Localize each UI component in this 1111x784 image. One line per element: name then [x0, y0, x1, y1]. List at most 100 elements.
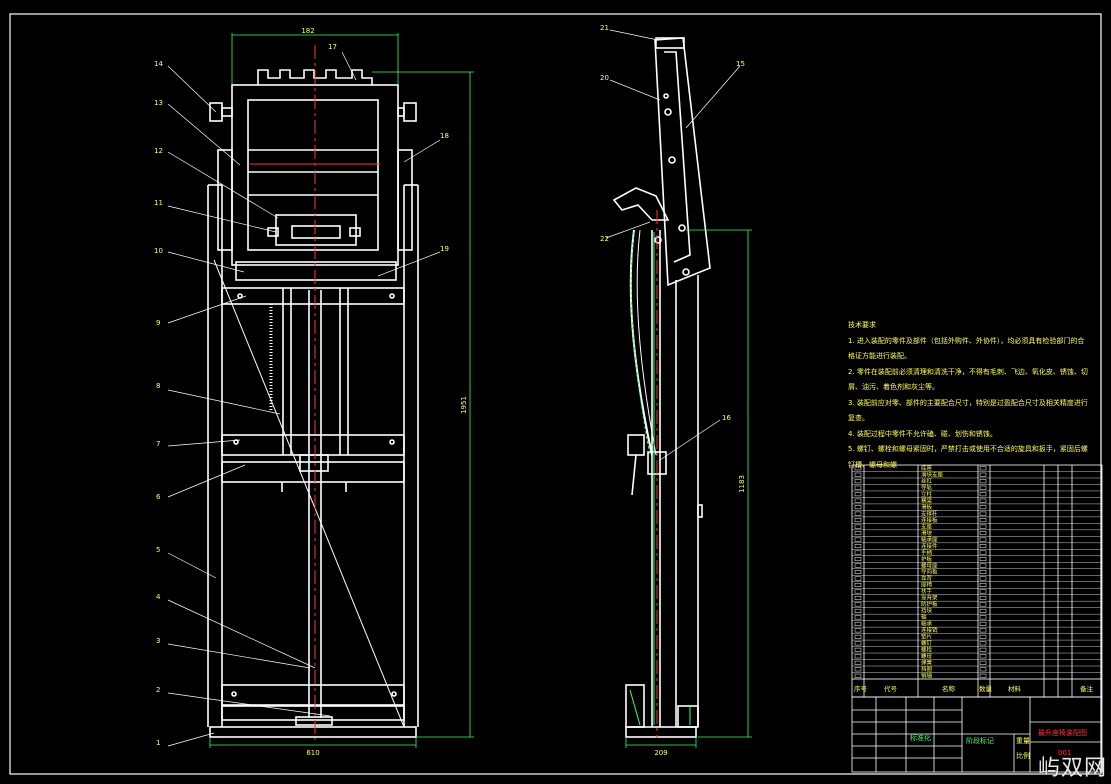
table-row-qty-box [979, 531, 987, 536]
table-row-name: 轴承 [921, 620, 933, 628]
svg-text:2: 2 [156, 686, 160, 694]
table-row-name: 螺栓 [921, 646, 933, 654]
svg-text:9: 9 [156, 319, 160, 327]
table-row-qty-box [979, 570, 987, 574]
table-row-qty-box [979, 621, 987, 626]
table-row-qty-box [979, 660, 987, 665]
table-row-qty-box [979, 544, 987, 549]
front-view [207, 69, 419, 738]
table-row-seq-box [854, 595, 862, 600]
table-row-qty-box [979, 654, 987, 659]
dim-side-height: 1183 [738, 475, 746, 493]
table-row-name: 轴承座 [921, 535, 938, 543]
table-row-name: 座椅 [921, 581, 933, 589]
table-row-qty-box [979, 608, 987, 613]
table-row-seq-box [854, 576, 862, 581]
table-row-seq-box [854, 602, 862, 607]
table-row-seq-box [854, 505, 862, 510]
svg-text:12: 12 [154, 147, 163, 155]
svg-text:6: 6 [156, 493, 161, 501]
table-row-seq-box [854, 524, 862, 529]
dim-front-height: 1951 [460, 396, 468, 414]
table-row-qty-box [979, 557, 987, 562]
table-row-seq-box [854, 667, 862, 672]
table-row-qty-box [979, 595, 987, 600]
svg-text:阶段标记: 阶段标记 [966, 736, 994, 745]
svg-text:20: 20 [600, 74, 609, 82]
svg-text:5: 5 [156, 546, 160, 554]
svg-text:3: 3 [156, 637, 160, 645]
table-row-name: 导向板 [921, 568, 938, 576]
table-row-qty-box [979, 628, 987, 633]
table-row-seq-box [854, 621, 862, 626]
table-row-name: 靠背 [921, 574, 933, 582]
tech-line: 钉槽、螺母和螺 [848, 460, 897, 469]
svg-text:代号: 代号 [884, 684, 898, 693]
table-row-name: 滑板 [921, 503, 933, 511]
table-row-qty-box [979, 641, 987, 646]
table-row-name: 螺母座 [921, 561, 938, 569]
table-row-qty-box [979, 537, 987, 542]
dim-side-width: 209 [654, 749, 667, 757]
dim-base-width: 610 [306, 749, 319, 757]
svg-text:18: 18 [440, 132, 449, 140]
front-dimensions [209, 33, 474, 748]
table-row-name: 支撑杆 [921, 509, 938, 517]
svg-text:1: 1 [156, 739, 160, 747]
table-row-name: 护板 [921, 555, 933, 563]
svg-text:14: 14 [154, 60, 163, 68]
table-row-name: 弹簧 [921, 659, 933, 667]
table-row-qty-box [979, 498, 987, 503]
parts-table [851, 464, 1103, 698]
table-row-seq-box [854, 511, 862, 516]
table-row-qty-box [979, 511, 987, 516]
tech-line: 复查。 [848, 414, 869, 422]
svg-text:备注: 备注 [1080, 684, 1094, 693]
side-view [612, 37, 711, 738]
table-row-name: 导轨 [921, 483, 933, 491]
svg-text:19: 19 [440, 245, 449, 253]
table-row-seq-box [854, 472, 862, 477]
svg-text:8: 8 [156, 382, 160, 390]
svg-text:数量: 数量 [979, 684, 993, 693]
svg-text:17: 17 [328, 43, 337, 51]
parts-table-rows: 底座滑块支座丝杠导轨立柱横梁滑板支撑杆连接板支座滑块轴承座连接件手柄护板螺母座导… [852, 464, 1102, 680]
table-row-name: 垫片 [921, 633, 932, 641]
dim-top-width: 182 [301, 27, 314, 35]
table-row-qty-box [979, 602, 987, 607]
table-row-qty-box [979, 524, 987, 529]
table-row-seq-box [854, 582, 862, 587]
table-row-seq-box [854, 647, 862, 652]
svg-text:名称: 名称 [942, 684, 956, 693]
table-row-seq-box [854, 544, 862, 549]
table-row-name: 立柱 [921, 490, 933, 498]
svg-text:4: 4 [156, 593, 161, 601]
table-row-seq-box [854, 641, 862, 646]
svg-text:16: 16 [722, 414, 731, 422]
table-row-name: 挡块 [921, 607, 933, 615]
svg-text:13: 13 [154, 99, 163, 107]
tech-line: 5. 螺钉、螺栓和螺母紧固时，严禁打击或使用不合适的旋具和扳手，紧固后螺 [848, 445, 1088, 453]
tech-line: 3. 装配前应对零、部件的主要配合尺寸，特别是过盈配合尺寸及相关精度进行 [848, 398, 1088, 407]
table-row-name: 连接件 [921, 542, 938, 550]
watermark: 屿双网 [1037, 756, 1107, 781]
svg-text:比例: 比例 [1016, 751, 1030, 760]
table-row-name: 连接销 [921, 626, 938, 634]
svg-text:21: 21 [600, 24, 609, 32]
table-row-name: 防护板 [921, 600, 938, 608]
table-row-seq-box [854, 537, 862, 542]
table-row-qty-box [979, 485, 987, 490]
table-row-name: 靠背架 [921, 594, 938, 602]
table-row-seq-box [854, 570, 862, 574]
technical-requirements: 技术要求 1. 进入装配的零件及部件（包括外购件、外协件），均必须具有检验部门的… [848, 318, 1088, 473]
table-row-qty-box [979, 673, 987, 678]
table-row-seq-box [854, 557, 862, 562]
table-row-name: 挡圈 [921, 665, 933, 673]
side-callout-labels: 21 20 15 22 16 [600, 24, 745, 422]
table-row-qty-box [979, 505, 987, 510]
table-row-qty-box [979, 615, 987, 620]
table-row-seq-box [854, 615, 862, 620]
svg-text:7: 7 [156, 440, 160, 448]
table-row-name: 扶手 [921, 587, 933, 595]
table-row-name: 连接板 [921, 516, 938, 524]
